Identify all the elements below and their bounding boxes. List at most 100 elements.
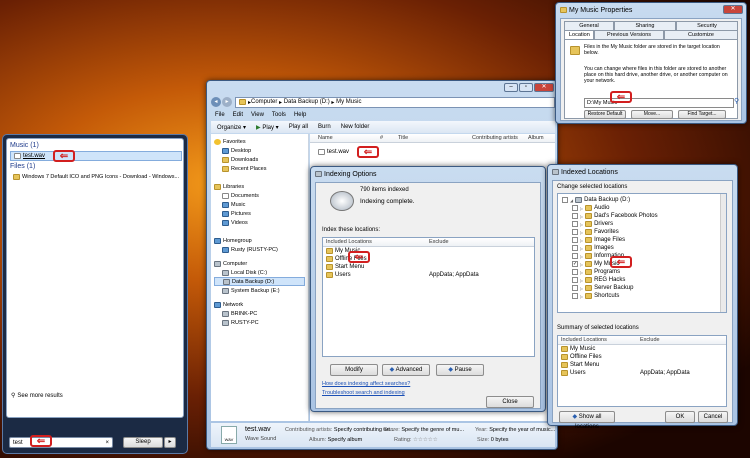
- clear-icon[interactable]: ×: [105, 438, 109, 448]
- nav-documents[interactable]: Documents: [214, 191, 305, 200]
- properties-search-icon[interactable]: ⚲: [734, 97, 739, 105]
- expand-icon[interactable]: ▷: [580, 254, 583, 259]
- expand-icon[interactable]: ▷: [580, 278, 583, 283]
- checkbox[interactable]: [572, 229, 578, 235]
- tree-item[interactable]: ▷ Shortcuts: [558, 292, 726, 300]
- expand-icon[interactable]: ▷: [580, 238, 583, 243]
- file-row[interactable]: test.wav: [310, 147, 555, 157]
- summary-row[interactable]: My Music: [558, 345, 726, 353]
- expand-icon[interactable]: ▷: [580, 286, 583, 291]
- files-result-item[interactable]: Windows 7 Default ICO and PNG Icons - Do…: [10, 172, 180, 181]
- location-path-input[interactable]: D:\My Music: [584, 98, 734, 108]
- show-all-locations-button[interactable]: ◆ Show all locations: [559, 411, 615, 430]
- column-title[interactable]: Title: [398, 135, 472, 141]
- tree-item[interactable]: ◢ Data Backup (D:): [558, 196, 726, 204]
- tree-item[interactable]: ▷ Server Backup: [558, 284, 726, 292]
- expand-icon[interactable]: ▷: [580, 294, 583, 299]
- summary-row[interactable]: Start Menu: [558, 361, 726, 369]
- checkbox[interactable]: [572, 221, 578, 227]
- burn-button[interactable]: Burn: [318, 124, 331, 130]
- column-name[interactable]: Name: [318, 135, 380, 141]
- nav-downloads[interactable]: Downloads: [214, 155, 305, 164]
- breadcrumb-folder[interactable]: My Music: [336, 99, 361, 105]
- nav-recent[interactable]: Recent Places: [214, 164, 305, 173]
- checkbox[interactable]: [572, 205, 578, 211]
- music-result-item[interactable]: test.wav: [10, 151, 182, 161]
- tab-general[interactable]: General: [564, 21, 614, 30]
- checkbox[interactable]: [572, 293, 578, 299]
- nav-data-backup[interactable]: Data Backup (D:): [214, 277, 305, 286]
- find-target-button[interactable]: Find Target...: [678, 110, 726, 119]
- nav-videos[interactable]: Videos: [214, 218, 305, 227]
- tab-previous-versions[interactable]: Previous Versions: [594, 30, 664, 39]
- checkbox[interactable]: [572, 213, 578, 219]
- menu-view[interactable]: View: [251, 110, 264, 120]
- tree-item[interactable]: ▷ Information: [558, 252, 726, 260]
- close-button[interactable]: ✕: [723, 5, 743, 14]
- genre-value[interactable]: Specify the genre of mu...: [401, 427, 464, 433]
- nav-pictures[interactable]: Pictures: [214, 209, 305, 218]
- tree-item[interactable]: ▷ REG Hacks: [558, 276, 726, 284]
- expand-icon[interactable]: ▷: [580, 262, 583, 267]
- expand-icon[interactable]: ▷: [580, 270, 583, 275]
- column-artists[interactable]: Contributing artists: [472, 135, 528, 141]
- sleep-options-button[interactable]: ▸: [164, 437, 176, 448]
- address-bar[interactable]: ▸ Computer ▸ Data Backup (D:) ▸ My Music: [235, 96, 555, 108]
- start-search-input[interactable]: test ×: [9, 437, 113, 448]
- new-folder-button[interactable]: New folder: [341, 124, 370, 130]
- album-value[interactable]: Specify album: [328, 437, 363, 443]
- column-album[interactable]: Album: [528, 135, 544, 141]
- link-troubleshoot[interactable]: Troubleshoot search and indexing: [322, 390, 405, 396]
- nav-local-disk[interactable]: Local Disk (C:): [214, 268, 305, 277]
- checkbox[interactable]: [572, 269, 578, 275]
- maximize-button[interactable]: ▫: [519, 83, 533, 92]
- nav-computer[interactable]: Computer: [214, 259, 305, 268]
- year-value[interactable]: Specify the year of music...: [489, 427, 555, 433]
- pause-button[interactable]: ◆ Pause: [436, 364, 484, 376]
- tree-item[interactable]: ▷ Audio: [558, 204, 726, 212]
- nav-music[interactable]: Music: [214, 200, 305, 209]
- tree-item[interactable]: ▷ Favorites: [558, 228, 726, 236]
- checkbox[interactable]: [572, 245, 578, 251]
- summary-row[interactable]: Users AppData; AppData: [558, 369, 726, 377]
- tab-security[interactable]: Security: [676, 21, 738, 30]
- nav-brink[interactable]: BRINK-PC: [214, 309, 305, 318]
- forward-button[interactable]: ▸: [222, 97, 232, 107]
- tab-customize[interactable]: Customize: [664, 30, 738, 39]
- tree-item[interactable]: ✓ ▷ My Music: [558, 260, 726, 268]
- tab-sharing[interactable]: Sharing: [614, 21, 676, 30]
- rating-stars[interactable]: ☆☆☆☆☆: [413, 437, 438, 443]
- nav-libraries[interactable]: Libraries: [214, 182, 305, 191]
- breadcrumb-computer[interactable]: Computer: [251, 99, 277, 105]
- advanced-button[interactable]: ◆ Advanced: [382, 364, 430, 376]
- link-how-indexing[interactable]: How does indexing affect searches?: [322, 381, 410, 387]
- summary-row[interactable]: Offline Files: [558, 353, 726, 361]
- nav-favorites[interactable]: Favorites: [214, 137, 305, 146]
- see-more-results[interactable]: ⚲ See more results: [11, 391, 63, 400]
- expand-icon[interactable]: ▷: [580, 206, 583, 211]
- column-number[interactable]: #: [380, 135, 398, 141]
- tree-item[interactable]: ▷ Drivers: [558, 220, 726, 228]
- nav-rustypc[interactable]: RUSTY-PC: [214, 318, 305, 327]
- location-row[interactable]: Start Menu: [323, 263, 534, 271]
- play-button[interactable]: ▶ Play ▾: [256, 124, 279, 131]
- close-dialog-button[interactable]: Close: [486, 396, 534, 408]
- breadcrumb-drive[interactable]: Data Backup (D:): [284, 99, 330, 105]
- expand-icon[interactable]: ◢: [570, 198, 573, 203]
- expand-icon[interactable]: ▷: [580, 246, 583, 251]
- close-button[interactable]: ✕: [534, 83, 554, 92]
- sleep-button[interactable]: Sleep: [123, 437, 163, 448]
- tree-item[interactable]: ▷ Programs: [558, 268, 726, 276]
- checkbox[interactable]: ✓: [572, 261, 578, 267]
- modify-button[interactable]: Modify: [330, 364, 378, 376]
- minimize-button[interactable]: –: [504, 83, 518, 92]
- ok-button[interactable]: OK: [665, 411, 695, 423]
- expand-icon[interactable]: ▷: [580, 230, 583, 235]
- back-button[interactable]: ◂: [211, 97, 221, 107]
- tab-location[interactable]: Location: [564, 30, 594, 39]
- menu-file[interactable]: File: [215, 110, 225, 120]
- menu-help[interactable]: Help: [294, 110, 306, 120]
- menu-edit[interactable]: Edit: [233, 110, 243, 120]
- nav-desktop[interactable]: Desktop: [214, 146, 305, 155]
- move-button[interactable]: Move...: [631, 110, 673, 119]
